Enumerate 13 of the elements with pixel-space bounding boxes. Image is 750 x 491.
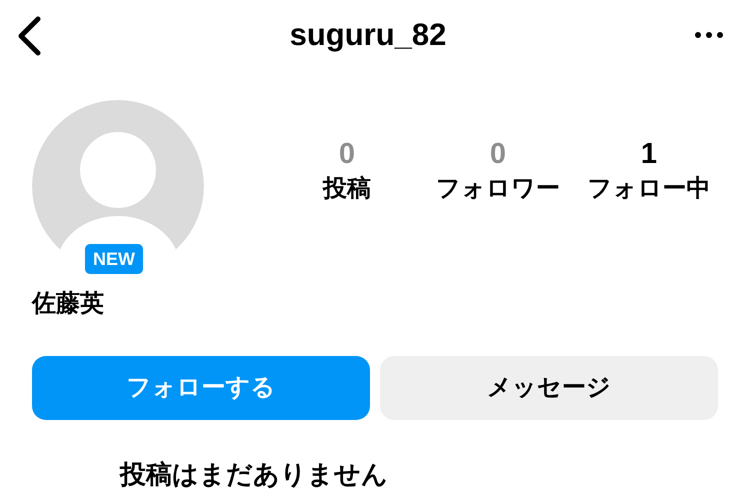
stat-label[interactable]: フォロー中	[588, 172, 710, 206]
stat-count: 0	[490, 137, 506, 172]
stat-count: 1	[640, 137, 658, 172]
profile-name: 佐藤英	[32, 289, 105, 319]
back-icon[interactable]	[16, 16, 42, 56]
window-title: suguru_82	[290, 16, 446, 54]
new-badge: NEW	[85, 244, 143, 274]
more-icon[interactable]	[694, 31, 724, 39]
message-button[interactable]: メッセージ	[380, 356, 718, 420]
stat-label[interactable]: フォロワー	[436, 172, 560, 206]
stat-label[interactable]: 投稿	[323, 172, 371, 206]
empty-message: 投稿はまだありません	[120, 459, 388, 489]
stat-count: 0	[338, 137, 356, 172]
